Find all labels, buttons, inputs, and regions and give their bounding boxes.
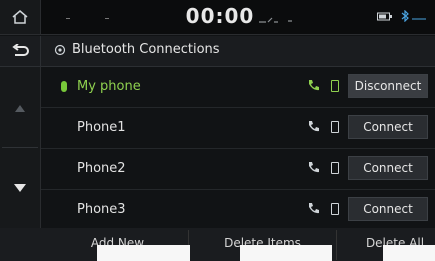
device-name: Phone2: [77, 161, 126, 176]
page-title: Bluetooth Connections: [72, 42, 220, 57]
device-name: My phone: [77, 79, 141, 94]
overlay-strip: [97, 245, 190, 261]
bluetooth-settings-icon: [54, 44, 66, 55]
device-row-phone3[interactable]: Phone3 Connect: [41, 190, 435, 231]
bluetooth-connections-screen: 00:00 Bluetooth Connections My phone Dis…: [0, 0, 435, 261]
bottom-tab-bar: Add New Delete Items Delete All: [0, 228, 435, 261]
status-bar: 00:00: [0, 0, 435, 35]
message-icon: [331, 80, 339, 92]
device-row-phone2[interactable]: Phone2 Connect: [41, 149, 435, 190]
connect-button[interactable]: Connect: [348, 197, 428, 221]
phone-icon: [309, 162, 319, 173]
connect-button[interactable]: Connect: [348, 156, 428, 180]
back-button[interactable]: [0, 36, 41, 66]
scroll-down-icon: [14, 184, 26, 192]
status-dot: [105, 18, 109, 19]
signal-icon: [259, 17, 292, 23]
scroll-down-button[interactable]: [0, 149, 40, 227]
device-row-phone1[interactable]: Phone1 Connect: [41, 108, 435, 149]
status-icons: [377, 10, 427, 22]
disconnect-button[interactable]: Disconnect: [348, 74, 428, 98]
connected-indicator: [61, 81, 67, 92]
scroll-up-icon: [15, 104, 25, 112]
status-dot: [66, 18, 70, 19]
divider: [336, 230, 337, 260]
battery-icon: [377, 12, 392, 20]
scroll-column: [0, 67, 41, 237]
phone-icon: [309, 80, 319, 91]
phone-icon: [309, 121, 319, 132]
overlay-strip: [383, 245, 435, 261]
phone-icon: [309, 203, 319, 214]
device-name: Phone1: [77, 120, 126, 135]
device-row-my-phone[interactable]: My phone Disconnect: [41, 67, 435, 108]
message-icon: [331, 203, 339, 215]
overlay-strip: [240, 245, 332, 261]
bluetooth-status-icon: [401, 10, 426, 22]
device-name: Phone3: [77, 202, 126, 217]
connect-button[interactable]: Connect: [348, 115, 428, 139]
message-icon: [331, 162, 339, 174]
page-header: Bluetooth Connections: [0, 36, 435, 67]
page-title-wrap: Bluetooth Connections: [54, 42, 220, 57]
scroll-up-button[interactable]: [0, 69, 40, 147]
home-button[interactable]: [0, 0, 41, 34]
divider: [2, 147, 38, 148]
device-list: My phone Disconnect Phone1 Connect Phone…: [41, 67, 435, 237]
back-icon: [12, 44, 29, 56]
message-icon: [331, 121, 339, 133]
home-icon: [12, 10, 28, 24]
